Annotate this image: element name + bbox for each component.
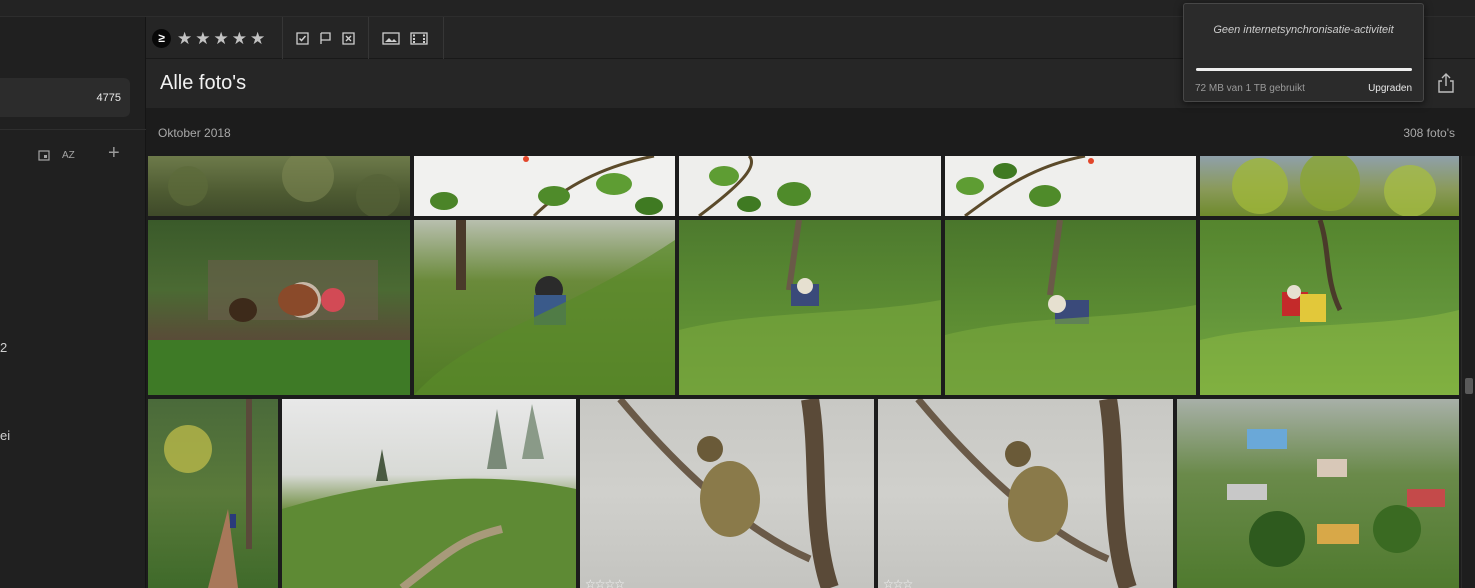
flag-filter	[283, 17, 369, 59]
share-icon[interactable]	[1437, 73, 1455, 98]
add-album-button[interactable]: +	[108, 143, 120, 163]
photo-thumbnail[interactable]	[945, 156, 1196, 216]
photo-thumbnail[interactable]	[282, 399, 576, 588]
sidebar-text-fragment: 2	[0, 340, 8, 355]
picked-flag-icon[interactable]	[296, 31, 309, 45]
photo-grid: ☆☆☆☆ ☆☆☆	[146, 156, 1461, 588]
photo-thumbnail[interactable]: ☆☆☆	[878, 399, 1173, 588]
sync-status-message: Geen internetsynchronisatie-activiteit	[1213, 24, 1394, 36]
rating-star-4[interactable]: ★	[232, 30, 247, 47]
sync-status-popover: Geen internetsynchronisatie-activiteit 7…	[1183, 3, 1424, 102]
sort-az-icon[interactable]: AZ	[62, 150, 75, 161]
photo-thumbnail[interactable]	[414, 156, 675, 216]
album-tools: AZ	[38, 147, 87, 163]
grid-scrollbar[interactable]	[1461, 156, 1475, 588]
photo-thumbnail[interactable]	[945, 220, 1196, 395]
rating-star-3[interactable]: ★	[214, 30, 229, 47]
storage-usage-text: 72 MB van 1 TB gebruikt	[1195, 83, 1305, 94]
photo-thumbnail[interactable]	[148, 156, 410, 216]
sidebar: 4775 AZ + 2 ei	[0, 17, 146, 588]
storage-usage-fill	[1196, 68, 1412, 71]
sidebar-text-fragment: ei	[0, 428, 11, 443]
rating-star-1[interactable]: ★	[177, 30, 192, 47]
unflagged-icon[interactable]	[319, 31, 332, 45]
photo-thumbnail[interactable]	[679, 156, 941, 216]
video-type-icon[interactable]	[410, 31, 428, 45]
rejected-flag-icon[interactable]	[342, 31, 355, 45]
rating-star-5[interactable]: ★	[250, 30, 265, 47]
photo-thumbnail[interactable]: ☆☆☆☆	[580, 399, 874, 588]
date-group-count: 308 foto's	[1403, 126, 1455, 140]
photo-rating-stars: ☆☆☆☆	[585, 577, 625, 588]
rating-operator-button[interactable]: ≥	[152, 28, 171, 48]
app-window: 4775 AZ + 2 ei ≥ ★ ★ ★ ★ ★ Alle foto's O…	[0, 0, 1475, 588]
filter-albums-icon[interactable]	[38, 149, 50, 161]
sidebar-item-all-photos[interactable]: 4775	[0, 78, 130, 117]
photo-thumbnail[interactable]	[414, 220, 675, 395]
page-title: Alle foto's	[160, 72, 247, 94]
photo-thumbnail[interactable]	[1177, 399, 1459, 588]
storage-usage-bar	[1196, 68, 1412, 71]
sidebar-divider	[0, 129, 146, 130]
media-type-filter	[369, 17, 444, 59]
photo-rating-stars: ☆☆☆	[883, 577, 913, 588]
date-group-label: Oktober 2018	[158, 126, 231, 140]
scrollbar-thumb[interactable]	[1465, 378, 1473, 394]
photo-thumbnail[interactable]	[148, 220, 410, 395]
photo-thumbnail[interactable]	[148, 399, 278, 588]
rating-star-2[interactable]: ★	[195, 30, 210, 47]
photo-thumbnail[interactable]	[679, 220, 941, 395]
photo-thumbnail[interactable]	[1200, 156, 1459, 216]
rating-filter: ≥ ★ ★ ★ ★ ★	[146, 17, 283, 59]
photo-count-badge: 4775	[96, 92, 121, 104]
photo-thumbnail[interactable]	[1200, 220, 1459, 395]
photo-type-icon[interactable]	[382, 31, 400, 45]
upgrade-link[interactable]: Upgraden	[1368, 83, 1412, 94]
date-group-header: Oktober 2018 308 foto's	[146, 108, 1475, 156]
